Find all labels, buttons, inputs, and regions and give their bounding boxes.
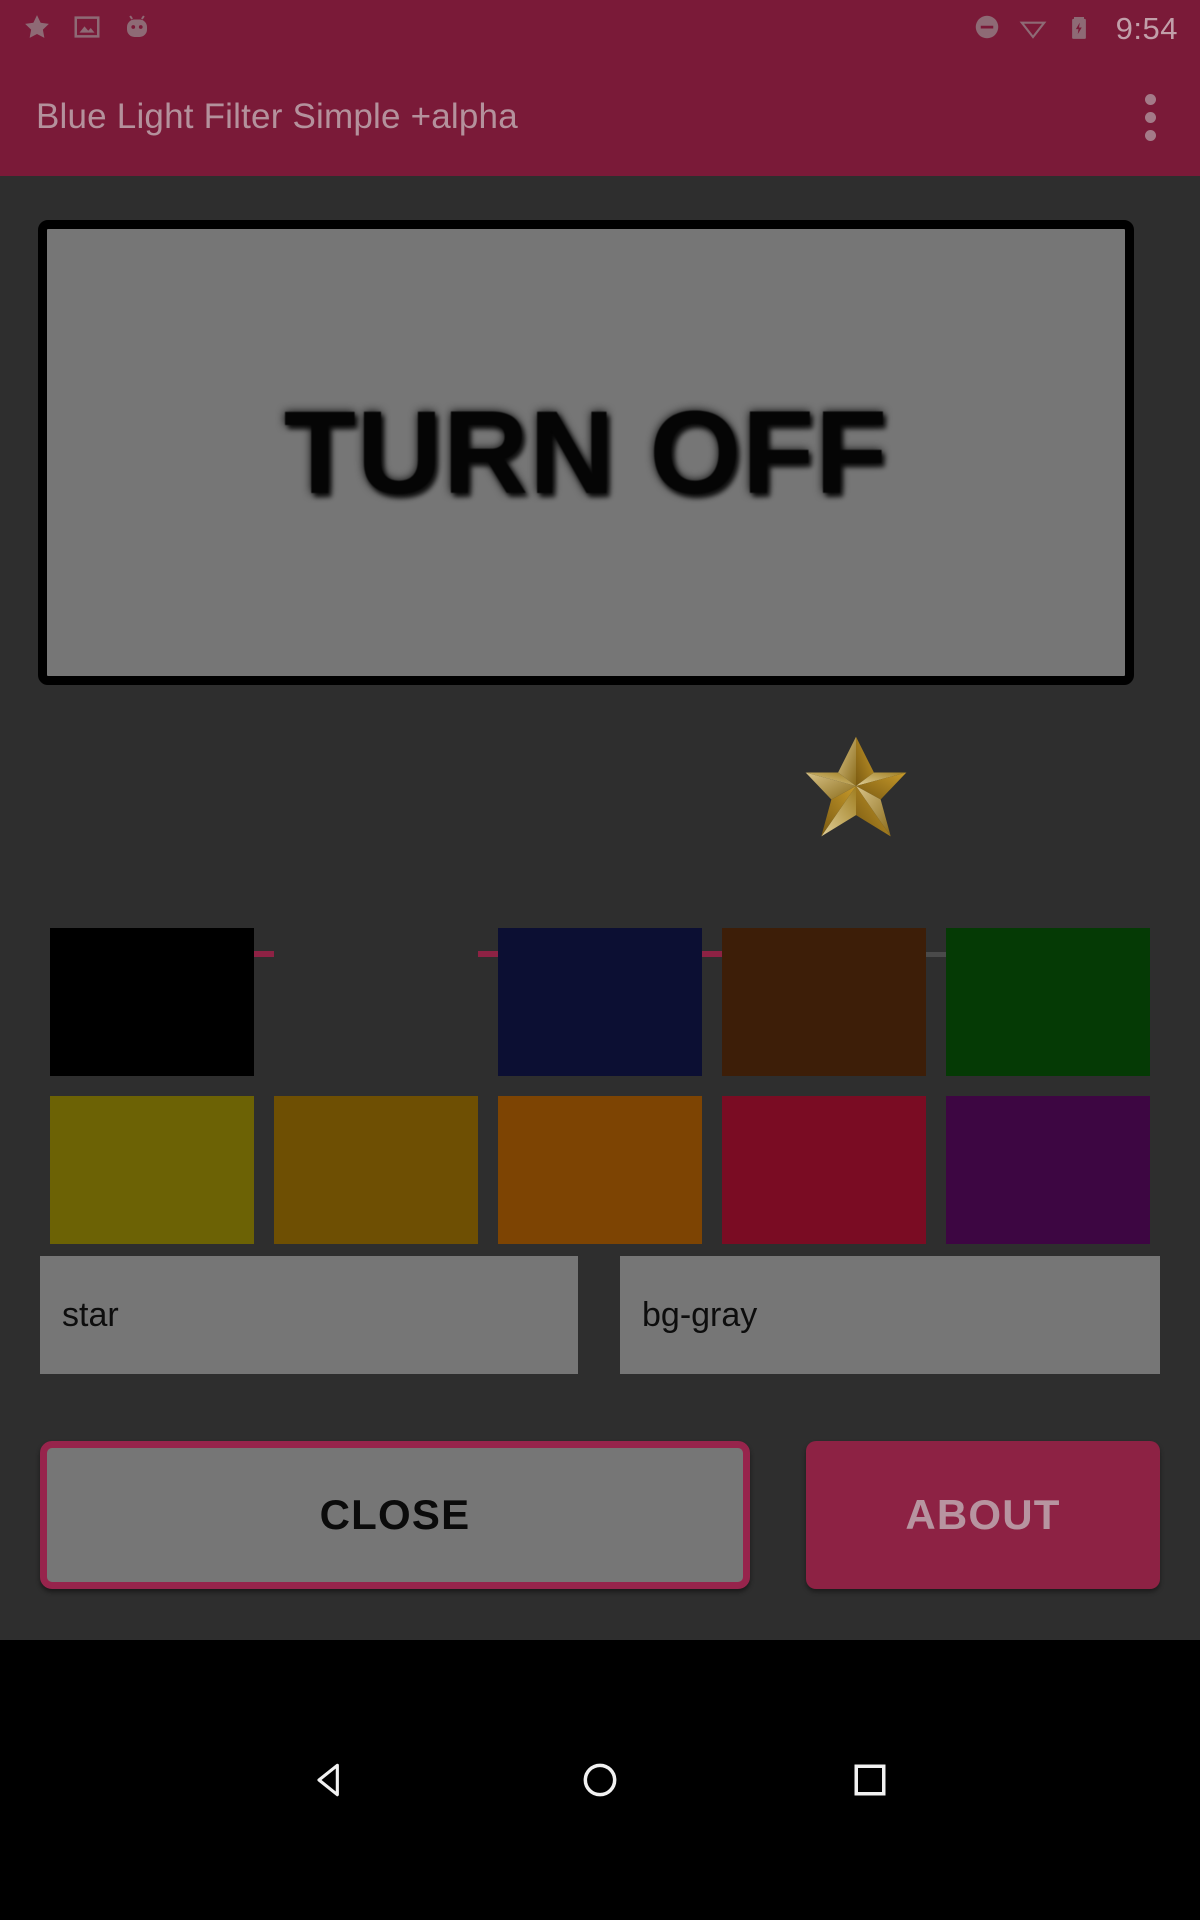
- status-bar: 9:54: [0, 0, 1200, 58]
- android-face-icon: [122, 12, 152, 47]
- star-icon: [22, 12, 52, 47]
- nav-home-icon[interactable]: [565, 1745, 635, 1815]
- battery-charging-icon: [1064, 12, 1094, 47]
- bg-gray-field[interactable]: bg-gray: [620, 1256, 1160, 1374]
- status-bar-right-icons: 9:54: [972, 11, 1178, 47]
- app-bar: Blue Light Filter Simple +alpha: [0, 58, 1200, 176]
- image-icon: [72, 12, 102, 47]
- swatch-olive[interactable]: [50, 1096, 254, 1244]
- main-content: TURN OFF star bg-gray CLOSE ABOUT: [0, 176, 1200, 1640]
- swatch-navy[interactable]: [498, 928, 702, 1076]
- about-button[interactable]: ABOUT: [806, 1441, 1160, 1589]
- swatch-dark-gray[interactable]: [274, 928, 478, 1076]
- toggle-filter-button[interactable]: TURN OFF: [38, 220, 1134, 685]
- close-button[interactable]: CLOSE: [40, 1441, 750, 1589]
- page-title: Blue Light Filter Simple +alpha: [36, 97, 518, 136]
- swatch-orange[interactable]: [498, 1096, 702, 1244]
- phone-screen: 9:54 Blue Light Filter Simple +alpha TUR…: [0, 0, 1200, 1920]
- do-not-disturb-icon: [972, 12, 1002, 47]
- nav-back-icon[interactable]: [295, 1745, 365, 1815]
- nav-recents-icon[interactable]: [835, 1745, 905, 1815]
- swatch-brown[interactable]: [722, 928, 926, 1076]
- star-field[interactable]: star: [40, 1256, 578, 1374]
- overflow-menu-icon[interactable]: [1135, 84, 1166, 151]
- swatch-purple[interactable]: [946, 1096, 1150, 1244]
- status-bar-left-icons: [22, 12, 152, 47]
- name-fields-row: star bg-gray: [40, 1256, 1160, 1374]
- swatch-crimson[interactable]: [722, 1096, 926, 1244]
- action-button-row: CLOSE ABOUT: [40, 1441, 1160, 1591]
- star-thumb-icon[interactable]: [800, 730, 912, 842]
- status-bar-clock: 9:54: [1115, 11, 1178, 46]
- color-swatch-grid: [50, 928, 1150, 1244]
- android-navigation-bar: [0, 1640, 1200, 1920]
- toggle-filter-label: TURN OFF: [283, 386, 889, 519]
- wifi-icon: [1018, 12, 1048, 47]
- swatch-black[interactable]: [50, 928, 254, 1076]
- opacity-slider[interactable]: [0, 736, 1200, 957]
- swatch-green[interactable]: [946, 928, 1150, 1076]
- swatch-dark-gold[interactable]: [274, 1096, 478, 1244]
